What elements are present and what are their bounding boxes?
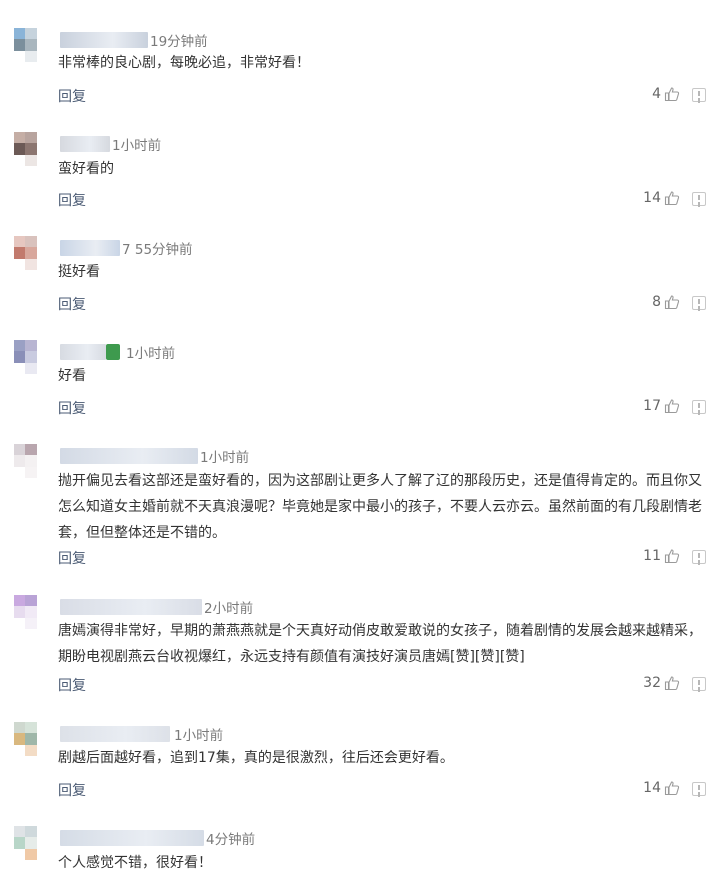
like-button[interactable]: 17 bbox=[643, 398, 680, 414]
like-count: 8 bbox=[652, 294, 661, 310]
avatar[interactable] bbox=[14, 444, 48, 478]
thumbs-up-icon bbox=[664, 87, 680, 102]
comment-time: 2小时前 bbox=[204, 601, 254, 617]
report-icon[interactable] bbox=[692, 296, 706, 310]
username-blurred[interactable] bbox=[60, 599, 202, 615]
comment-time: 19分钟前 bbox=[150, 34, 208, 50]
comment-text: 挺好看 bbox=[58, 264, 100, 280]
comment-time: 1小时前 bbox=[112, 138, 162, 154]
username-blurred[interactable] bbox=[60, 448, 198, 464]
thumbs-up-icon bbox=[664, 191, 680, 206]
thumbs-up-icon bbox=[664, 549, 680, 564]
reply-button[interactable]: 回复 bbox=[58, 294, 86, 314]
comment-header: 1小时前 bbox=[60, 446, 249, 466]
report-icon[interactable] bbox=[692, 400, 706, 414]
comment-header: 7 55分钟前 bbox=[60, 238, 193, 258]
reply-button[interactable]: 回复 bbox=[58, 780, 86, 800]
comment-time: 1小时前 bbox=[126, 346, 176, 362]
report-icon[interactable] bbox=[692, 782, 706, 796]
like-count: 14 bbox=[643, 780, 661, 796]
comment-text: 个人感觉不错，很好看！ bbox=[58, 855, 212, 871]
thumbs-up-icon bbox=[664, 399, 680, 414]
comment-time: 7 55分钟前 bbox=[122, 242, 193, 258]
like-count: 32 bbox=[643, 675, 661, 691]
reply-button[interactable]: 回复 bbox=[58, 398, 86, 418]
username-blurred[interactable] bbox=[60, 32, 148, 48]
reply-button[interactable]: 回复 bbox=[58, 548, 86, 568]
like-button[interactable]: 8 bbox=[652, 294, 680, 310]
username-blurred[interactable] bbox=[60, 240, 120, 256]
comment-text: 唐嫣演得非常好，早期的萧燕燕就是个天真好动俏皮敢爱敢说的女孩子，随着剧情的发展会… bbox=[58, 623, 702, 665]
report-icon[interactable] bbox=[692, 677, 706, 691]
reply-button[interactable]: 回复 bbox=[58, 190, 86, 210]
report-icon[interactable] bbox=[692, 192, 706, 206]
like-button[interactable]: 14 bbox=[643, 190, 680, 206]
reply-button[interactable]: 回复 bbox=[58, 675, 86, 695]
comment-header: 4分钟前 bbox=[60, 828, 255, 848]
comment-text: 抛开偏见去看这部还是蛮好看的，因为这部剧让更多人了解了辽的那段历史，还是值得肯定… bbox=[58, 473, 702, 541]
avatar[interactable] bbox=[14, 722, 48, 756]
comment-header: 19分钟前 bbox=[60, 30, 208, 50]
avatar[interactable] bbox=[14, 236, 48, 270]
thumbs-up-icon bbox=[664, 676, 680, 691]
comment-time: 1小时前 bbox=[174, 728, 224, 744]
user-badge bbox=[106, 344, 120, 360]
like-count: 14 bbox=[643, 190, 661, 206]
like-count: 17 bbox=[643, 398, 661, 414]
comment-time: 4分钟前 bbox=[206, 832, 256, 848]
comment-text: 剧越后面越好看，追到17集，真的是很激烈，往后还会更好看。 bbox=[58, 750, 454, 766]
like-button[interactable]: 32 bbox=[643, 675, 680, 691]
avatar[interactable] bbox=[14, 826, 48, 860]
comment-time: 1小时前 bbox=[200, 450, 250, 466]
like-count: 11 bbox=[643, 548, 661, 564]
comment-text: 好看 bbox=[58, 368, 86, 384]
thumbs-up-icon bbox=[664, 781, 680, 796]
username-blurred[interactable] bbox=[60, 344, 106, 360]
like-count: 4 bbox=[652, 86, 661, 102]
username-blurred[interactable] bbox=[60, 830, 204, 846]
report-icon[interactable] bbox=[692, 88, 706, 102]
username-blurred[interactable] bbox=[60, 136, 110, 152]
comment-header: 1小时前 bbox=[60, 724, 223, 744]
comment-header: 1小时前 bbox=[60, 134, 161, 154]
report-icon[interactable] bbox=[692, 550, 706, 564]
like-button[interactable]: 11 bbox=[643, 548, 680, 564]
username-blurred[interactable] bbox=[60, 726, 170, 742]
like-button[interactable]: 4 bbox=[652, 86, 680, 102]
reply-button[interactable]: 回复 bbox=[58, 86, 86, 106]
avatar[interactable] bbox=[14, 595, 48, 629]
comment-text: 蛮好看的 bbox=[58, 161, 114, 177]
thumbs-up-icon bbox=[664, 295, 680, 310]
comment-header: 1小时前 bbox=[60, 342, 175, 362]
like-button[interactable]: 14 bbox=[643, 780, 680, 796]
avatar[interactable] bbox=[14, 132, 48, 166]
comment-header: 2小时前 bbox=[60, 597, 253, 617]
avatar[interactable] bbox=[14, 28, 48, 62]
comment-text: 非常棒的良心剧，每晚必追，非常好看！ bbox=[58, 55, 310, 71]
avatar[interactable] bbox=[14, 340, 48, 374]
